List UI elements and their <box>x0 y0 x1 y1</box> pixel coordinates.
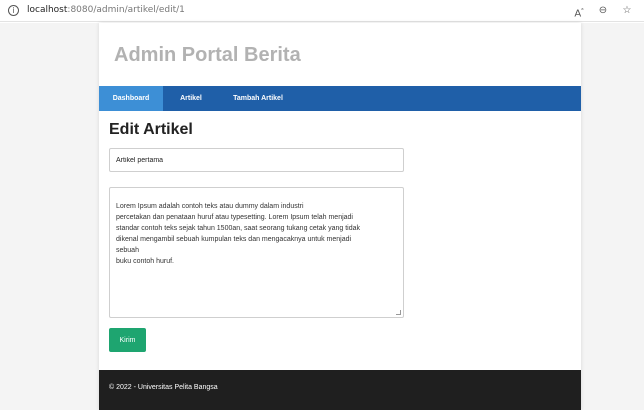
content-textarea[interactable]: Lorem Ipsum adalah contoh teks atau dumm… <box>109 187 404 318</box>
site-info-icon[interactable]: i <box>8 5 19 16</box>
add-favorite-icon[interactable]: ☆ <box>620 3 634 21</box>
content-line: standar contoh teks sejak tahun 1500an, … <box>116 225 360 232</box>
content-line: dikenal mengambil sebuah kumpulan teks d… <box>116 236 352 243</box>
content-line: percetakan dan penataan huruf atau types… <box>116 214 353 221</box>
main-navbar: Dashboard Artikel Tambah Artikel <box>99 86 581 111</box>
zoom-out-icon[interactable]: ⊖ <box>596 3 610 21</box>
browser-toolbar-icons: Aᵃ ⊖ ☆ <box>572 3 634 21</box>
browser-address-bar: i localhost:8080/admin/artikel/edit/1 Aᵃ… <box>0 0 644 22</box>
address-url[interactable]: localhost:8080/admin/artikel/edit/1 <box>27 5 185 15</box>
submit-button[interactable]: Kirim <box>109 328 146 352</box>
site-footer: © 2022 - Universitas Pelita Bangsa <box>99 370 581 410</box>
url-path: :8080/admin/artikel/edit/1 <box>67 5 185 15</box>
content-line: buku contoh huruf. <box>116 258 174 265</box>
footer-text: © 2022 - Universitas Pelita Bangsa <box>109 384 218 391</box>
page-title: Edit Artikel <box>109 121 193 138</box>
nav-item-tambah-artikel[interactable]: Tambah Artikel <box>223 86 293 111</box>
nav-item-artikel[interactable]: Artikel <box>171 86 211 111</box>
url-host: localhost <box>27 5 68 15</box>
title-input[interactable] <box>109 148 404 172</box>
resize-handle-icon[interactable] <box>396 310 401 315</box>
content-line: Lorem Ipsum adalah contoh teks atau dumm… <box>116 203 304 210</box>
content-line: sebuah <box>116 247 139 254</box>
read-aloud-icon[interactable]: Aᵃ <box>572 3 586 21</box>
site-header: Admin Portal Berita <box>99 23 581 86</box>
page-container: Admin Portal Berita Dashboard Artikel Ta… <box>99 23 581 410</box>
nav-item-dashboard[interactable]: Dashboard <box>99 86 163 111</box>
site-title: Admin Portal Berita <box>114 44 301 66</box>
